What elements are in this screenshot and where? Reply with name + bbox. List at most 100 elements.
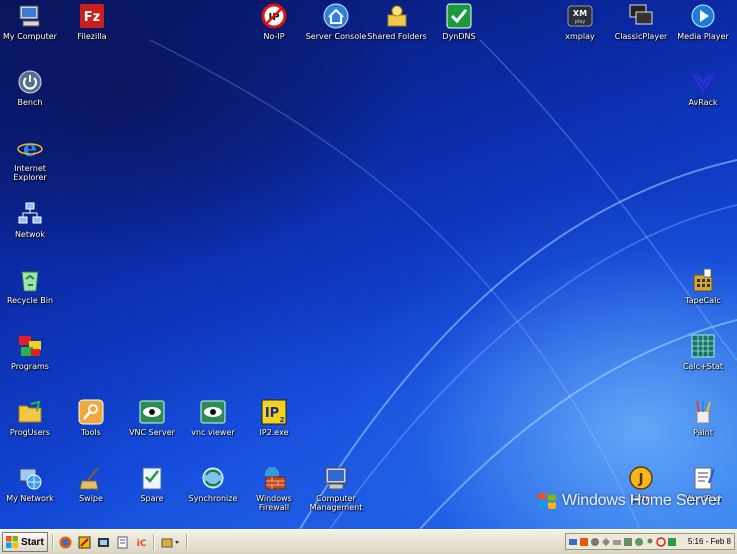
firefox-icon [59, 536, 72, 548]
quicklaunch-app-2[interactable] [97, 535, 111, 549]
avrack-shortcut[interactable]: AvRack [671, 68, 735, 107]
my-computer-shortcut[interactable]: My Computer [0, 2, 62, 41]
avrack-icon [689, 68, 717, 96]
classic-player-icon [627, 2, 655, 30]
status-tray-icon[interactable] [667, 537, 677, 547]
icon-label: My Network [6, 494, 54, 503]
start-label: Start [21, 536, 44, 548]
icon-label: Internet Explorer [13, 164, 47, 182]
drive-tray-icon[interactable] [612, 537, 622, 547]
icon-label: ProgUsers [9, 428, 51, 437]
icon-label: DynDNS [442, 32, 476, 41]
windows-firewall-shortcut[interactable]: Windows Firewall [242, 464, 306, 512]
svg-text:play: play [575, 19, 586, 25]
no-ip-shortcut[interactable]: IP No-IP [242, 2, 306, 41]
icon-label: Swipe [79, 494, 103, 503]
power-icon [16, 68, 44, 96]
vnc-server-shortcut[interactable]: VNC Server [120, 398, 184, 437]
svg-text:XM: XM [573, 9, 587, 18]
icon-label: Shared Folders [367, 32, 427, 41]
desktop[interactable]: My Computer Fz Filezilla IP No-IP Server… [0, 0, 737, 529]
eye-icon [199, 398, 227, 426]
paint-brush-icon [689, 398, 717, 426]
windows-home-server-logo: Windows Home Server [536, 490, 722, 512]
ip2-shortcut[interactable]: IP 2 IP2.exe [242, 398, 306, 437]
server-console-shortcut[interactable]: Server Console [304, 2, 368, 41]
user-tray-icon[interactable] [645, 537, 655, 547]
quicklaunch-app-3[interactable] [116, 535, 130, 549]
xmplay-shortcut[interactable]: XM play xmplay [548, 2, 612, 41]
filezilla-shortcut[interactable]: Fz Filezilla [60, 2, 124, 41]
notepad-icon [117, 536, 128, 548]
home-server-icon [322, 2, 350, 30]
quicklaunch-firefox[interactable] [59, 535, 73, 549]
spare-shortcut[interactable]: Spare [120, 464, 184, 503]
icon-label: Calc+Stat [682, 362, 724, 371]
network-icon [16, 200, 44, 228]
filezilla-icon: Fz [78, 2, 106, 30]
network-tray-icon[interactable] [568, 537, 578, 547]
shield-tray-icon[interactable] [590, 537, 600, 547]
programs-shortcut[interactable]: Programs [0, 332, 62, 371]
progusers-shortcut[interactable]: ProgUsers [0, 398, 62, 437]
icon-label: VNC Server [129, 428, 175, 437]
svg-text:iC: iC [137, 539, 147, 549]
firewall-icon [260, 464, 288, 492]
icon-label: Spare [140, 494, 164, 503]
checklist-icon [138, 464, 166, 492]
power-tray-icon[interactable] [656, 536, 666, 547]
computer-management-shortcut[interactable]: Computer Management [304, 464, 368, 512]
no-ip-icon: IP [260, 2, 288, 30]
icon-label: Recycle Bin [6, 296, 54, 305]
classicplayer-shortcut[interactable]: ClassicPlayer [609, 2, 673, 41]
folder-dropdown-icon [161, 538, 179, 547]
system-tray: 5:16 - Feb 8 [565, 533, 735, 550]
computer-management-icon [322, 464, 350, 492]
svg-text:2: 2 [280, 416, 285, 424]
icon-label: Synchronize [188, 494, 238, 503]
tools-shortcut[interactable]: Tools [59, 398, 123, 437]
checkmark-icon [445, 2, 473, 30]
quicklaunch-app-4[interactable]: iC [135, 535, 149, 549]
icon-label: No-IP [263, 32, 285, 41]
netwok-shortcut[interactable]: Netwok [0, 200, 62, 239]
svg-text:e: e [23, 136, 37, 161]
my-network-shortcut[interactable]: My Network [0, 464, 62, 503]
icon-label: Programs [11, 362, 49, 371]
film-icon [98, 537, 110, 547]
shared-folders-shortcut[interactable]: Shared Folders [365, 2, 429, 41]
quicklaunch-app-1[interactable] [78, 535, 92, 549]
internet-explorer-shortcut[interactable]: e Internet Explorer [0, 134, 62, 182]
recycle-bin-icon [16, 266, 44, 294]
globe-tray-icon[interactable] [634, 537, 644, 547]
windows-flag-icon [6, 536, 18, 548]
dyndns-shortcut[interactable]: DynDNS [427, 2, 491, 41]
tapecalc-shortcut[interactable]: TapeCalc [671, 266, 735, 305]
quicklaunch-menu[interactable] [160, 535, 182, 549]
internet-explorer-icon: e [16, 134, 44, 162]
synchronize-shortcut[interactable]: Synchronize [181, 464, 245, 503]
svg-text:J: J [638, 472, 644, 487]
vnc-viewer-shortcut[interactable]: vnc viewer [181, 398, 245, 437]
diamond-tray-icon[interactable] [601, 537, 611, 547]
bench-shortcut[interactable]: Bench [0, 68, 62, 107]
clock[interactable]: 5:16 - Feb 8 [688, 537, 731, 546]
icon-label: Windows Firewall [256, 494, 292, 512]
recycle-bin-shortcut[interactable]: Recycle Bin [0, 266, 62, 305]
paint-shortcut[interactable]: Paint [671, 398, 735, 437]
icon-label: Filezilla [77, 32, 107, 41]
tools-icon [77, 398, 105, 426]
ic-app-icon: iC [137, 539, 147, 549]
icon-label: Server Console [305, 32, 367, 41]
icon-label: AvRack [688, 98, 718, 107]
security-tray-icon[interactable] [579, 537, 589, 547]
calc-stat-shortcut[interactable]: Calc+Stat [671, 332, 735, 371]
start-button[interactable]: Start [2, 532, 48, 552]
calculator-icon [689, 266, 717, 294]
icon-label: Tools [81, 428, 101, 437]
media-player-shortcut[interactable]: Media Player [671, 2, 735, 41]
grid-tray-icon[interactable] [623, 537, 633, 547]
taskbar-separator [152, 534, 155, 550]
svg-text:IP: IP [265, 406, 279, 421]
swipe-shortcut[interactable]: Swipe [59, 464, 123, 503]
